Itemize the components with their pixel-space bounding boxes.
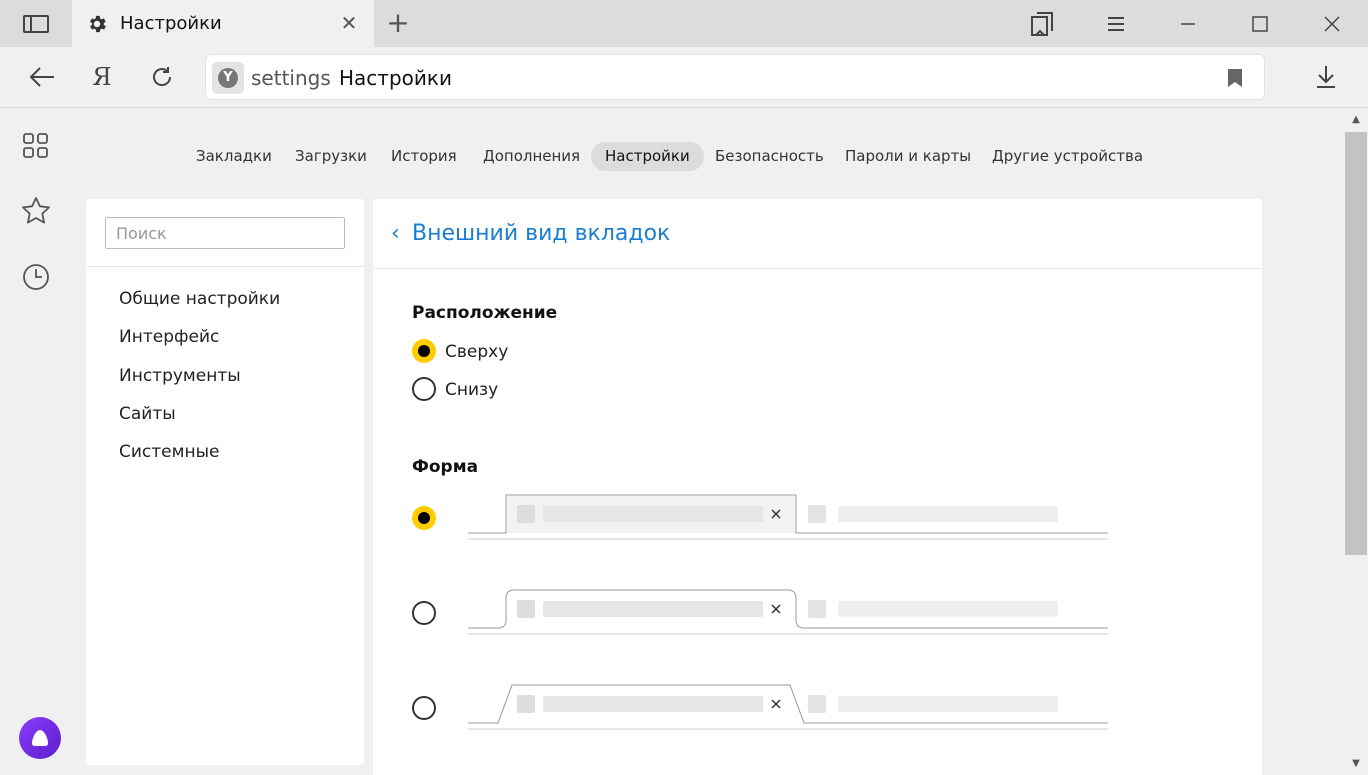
tab-shape-trapezoid-preview[interactable] xyxy=(468,683,1108,733)
url-page-title: Настройки xyxy=(339,66,452,90)
bookmark-icon[interactable] xyxy=(1226,68,1244,88)
history-clock-icon[interactable] xyxy=(18,259,54,295)
minimize-icon xyxy=(1181,22,1195,25)
scroll-up-icon[interactable]: ▲ xyxy=(1344,114,1368,125)
close-icon xyxy=(1324,15,1340,32)
radio-position-bottom-label[interactable]: Снизу xyxy=(445,380,498,400)
settings-page: Закладки Загрузки История Дополнения Нас… xyxy=(72,108,1344,775)
back-button[interactable] xyxy=(20,57,64,97)
tab-title: Настройки xyxy=(120,13,222,34)
scrollbar-thumb[interactable] xyxy=(1345,132,1367,555)
page-title[interactable]: Внешний вид вкладок xyxy=(412,221,670,246)
star-icon[interactable] xyxy=(18,193,54,229)
settings-sidebar: Общие настройки Интерфейс Инструменты Са… xyxy=(86,199,364,765)
sidebar-item-system[interactable]: Системные xyxy=(119,442,219,462)
topnav-security[interactable]: Безопасность xyxy=(701,142,838,171)
apps-grid-icon[interactable] xyxy=(18,127,54,163)
maximize-icon xyxy=(1252,15,1268,32)
hamburger-icon xyxy=(1108,16,1124,31)
sidebar-item-general[interactable]: Общие настройки xyxy=(119,289,280,309)
sidebar-toggle-button[interactable] xyxy=(0,0,72,47)
address-bar[interactable]: Y settings Настройки xyxy=(205,54,1265,100)
sidebar-panel-icon xyxy=(23,14,49,33)
alice-assistant-button[interactable] xyxy=(19,717,61,759)
topnav-other-devices[interactable]: Другие устройства xyxy=(978,142,1157,171)
tab-shape-rectangular-preview[interactable] xyxy=(468,493,1108,543)
settings-main-panel: ‹ Внешний вид вкладок Расположение Сверх… xyxy=(373,199,1262,775)
radio-position-top-label[interactable]: Сверху xyxy=(445,342,508,362)
reload-button[interactable] xyxy=(140,57,184,97)
back-chevron-icon[interactable]: ‹ xyxy=(391,221,400,246)
maximize-button[interactable] xyxy=(1224,0,1296,47)
radio-position-bottom[interactable] xyxy=(412,377,436,401)
arrow-left-icon xyxy=(29,67,54,87)
page-scrollbar[interactable]: ▲ ▼ xyxy=(1344,108,1368,775)
side-panel xyxy=(0,108,72,775)
position-section-title: Расположение xyxy=(412,303,558,323)
tab-settings[interactable]: Настройки ✕ xyxy=(72,0,374,47)
sidebar-item-interface[interactable]: Интерфейс xyxy=(119,327,219,347)
shape-section-title: Форма xyxy=(412,457,479,477)
scroll-down-icon[interactable]: ▼ xyxy=(1344,758,1368,769)
site-identity-button[interactable]: Y xyxy=(212,62,244,94)
topnav-history[interactable]: История xyxy=(377,142,471,171)
close-window-button[interactable] xyxy=(1296,0,1368,47)
radio-shape-trapezoid[interactable] xyxy=(412,696,436,720)
downloads-button[interactable] xyxy=(1304,57,1348,97)
title-bar: Настройки ✕ + xyxy=(0,0,1368,47)
reload-icon xyxy=(153,67,172,86)
download-icon xyxy=(1317,66,1335,88)
tabs-list-button[interactable] xyxy=(1007,0,1079,47)
yandex-button[interactable]: Я xyxy=(80,57,124,97)
url-host: settings xyxy=(251,66,331,90)
divider xyxy=(86,266,364,267)
topnav-passwords[interactable]: Пароли и карты xyxy=(831,142,985,171)
navigation-bar: Я Y settings Настройки xyxy=(0,47,1368,108)
tab-shape-rounded-preview[interactable] xyxy=(468,588,1108,638)
yandex-browser-icon: Y xyxy=(218,68,238,88)
sidebar-item-sites[interactable]: Сайты xyxy=(119,404,176,424)
topnav-downloads[interactable]: Загрузки xyxy=(281,142,381,171)
alice-icon xyxy=(32,730,48,746)
menu-button[interactable] xyxy=(1080,0,1152,47)
tabs-list-icon xyxy=(1031,11,1053,36)
new-tab-button[interactable]: + xyxy=(384,8,412,38)
radio-shape-rounded[interactable] xyxy=(412,601,436,625)
radio-shape-rectangular[interactable] xyxy=(412,506,436,530)
settings-top-nav: Закладки Загрузки История Дополнения Нас… xyxy=(72,142,1344,172)
topnav-extensions[interactable]: Дополнения xyxy=(469,142,594,171)
search-input[interactable] xyxy=(105,217,345,249)
sidebar-item-tools[interactable]: Инструменты xyxy=(119,366,241,386)
tab-close-icon[interactable]: ✕ xyxy=(338,12,360,34)
radio-position-top[interactable] xyxy=(412,339,436,363)
gear-icon xyxy=(90,15,106,33)
topnav-bookmarks[interactable]: Закладки xyxy=(182,142,286,171)
topnav-settings[interactable]: Настройки xyxy=(591,142,704,171)
minimize-button[interactable] xyxy=(1152,0,1224,47)
panel-header: ‹ Внешний вид вкладок xyxy=(373,199,1262,269)
